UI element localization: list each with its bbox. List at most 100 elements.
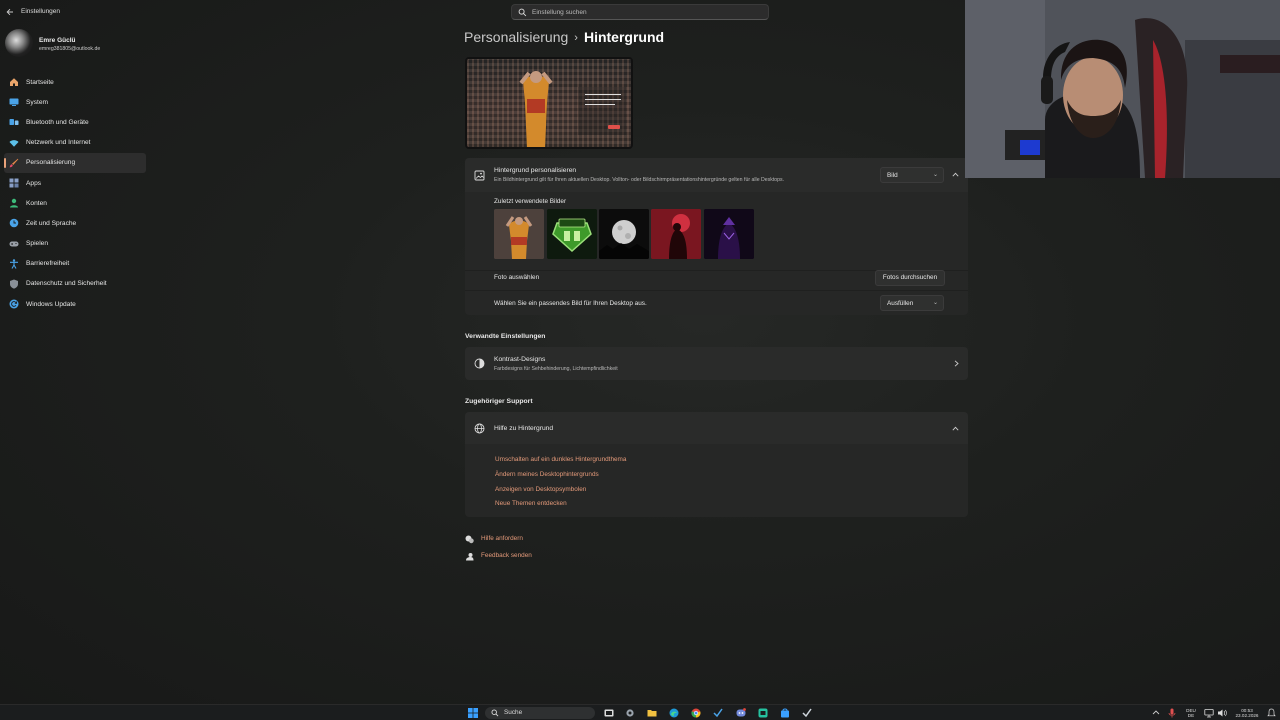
sidebar-item-startseite[interactable]: Startseite — [4, 72, 146, 92]
chrome-icon[interactable] — [691, 708, 701, 718]
contrast-designs-row[interactable]: Kontrast-Designs Farbdesigns für Sehbehi… — [465, 347, 968, 380]
sidebar-item-label: Datenschutz und Sicherheit — [26, 280, 107, 288]
dropdown-value: Bild — [887, 172, 898, 179]
desktop-preview — [465, 57, 633, 149]
taskbar-search[interactable]: Suche — [485, 707, 595, 719]
help-link[interactable]: Neue Themen entdecken — [495, 500, 567, 507]
sidebar-item-system[interactable]: System — [4, 92, 146, 112]
sidebar-item-bluetooth[interactable]: Bluetooth und Geräte — [4, 112, 146, 132]
preview-button-mock — [608, 125, 620, 129]
recent-image-thumb[interactable] — [704, 209, 754, 259]
search-placeholder: Einstellung suchen — [532, 9, 587, 16]
discord-icon[interactable] — [736, 708, 746, 718]
clock[interactable]: 00:53 23.02.2026 — [1232, 708, 1262, 718]
red-figure-image — [651, 209, 701, 259]
account-icon — [10, 199, 18, 208]
language-region: DE — [1187, 713, 1195, 718]
messaging-app-icon[interactable] — [758, 708, 768, 718]
help-request-icon — [465, 535, 474, 544]
choose-photo-label: Foto auswählen — [494, 274, 540, 281]
breadcrumb-parent[interactable]: Personalisierung — [464, 29, 568, 45]
file-explorer-icon[interactable] — [647, 708, 657, 718]
chevron-up-icon[interactable] — [952, 172, 959, 177]
feedback-icon — [466, 553, 474, 561]
sidebar-item-label: Barrierefreiheit — [26, 260, 70, 268]
webcam-overlay — [965, 0, 1280, 178]
help-request-link[interactable]: Hilfe anfordern — [481, 535, 523, 542]
background-title: Hintergrund personalisieren — [494, 167, 577, 174]
chevron-right-icon — [954, 360, 959, 367]
tray-overflow-chevron-icon[interactable] — [1152, 708, 1160, 718]
emre-logo-image — [547, 209, 597, 259]
settings-window: Einstellungen Einstellung suchen Emre Gü… — [0, 0, 1280, 704]
profile-email: emreg381805@outlook.de — [39, 46, 101, 52]
back-button[interactable] — [4, 6, 16, 18]
edge-browser-icon[interactable] — [669, 708, 679, 718]
windows-start-icon[interactable] — [468, 708, 478, 718]
background-type-dropdown[interactable]: Bild ⌄ — [880, 167, 944, 183]
sidebar-item-label: Netzwerk und Internet — [26, 139, 91, 147]
back-arrow-icon — [6, 8, 13, 16]
sidebar-item-apps[interactable]: Apps — [4, 173, 146, 193]
support-heading: Zugehöriger Support — [465, 398, 533, 405]
sidebar-item-label: Apps — [26, 179, 42, 187]
globe-icon — [474, 423, 485, 434]
sidebar-item-zeit-sprache[interactable]: Zeit und Sprache — [4, 213, 146, 233]
sidebar-item-windows-update[interactable]: Windows Update — [4, 294, 146, 314]
apps-icon — [9, 178, 19, 188]
sidebar-item-datenschutz[interactable]: Datenschutz und Sicherheit — [4, 274, 146, 294]
recent-image-thumb[interactable] — [494, 209, 544, 259]
moon-image — [599, 209, 649, 259]
page-title: Hintergrund — [583, 29, 665, 45]
accessibility-icon — [10, 259, 18, 269]
help-header-row[interactable]: Hilfe zu Hintergrund — [465, 412, 968, 444]
feedback-link[interactable]: Feedback senden — [481, 552, 532, 559]
system-icon — [9, 98, 19, 107]
sidebar-item-label: Startseite — [26, 78, 54, 86]
sidebar-item-label: Konten — [26, 199, 47, 207]
sidebar-item-barrierefreiheit[interactable]: Barrierefreiheit — [4, 254, 146, 274]
settings-gear-icon[interactable] — [625, 708, 635, 718]
recent-image-thumb[interactable] — [651, 209, 701, 259]
sidebar-item-konten[interactable]: Konten — [4, 193, 146, 213]
football-player-image — [494, 209, 544, 259]
pinned-app-icon[interactable] — [802, 708, 812, 718]
help-link[interactable]: Ändern meines Desktophintergrunds — [495, 471, 599, 478]
search-icon — [491, 709, 499, 717]
shield-icon — [10, 279, 18, 289]
taskbar: Suche DEU DE 00:53 23.02.2026 — [0, 704, 1280, 720]
preview-player-figure — [519, 71, 553, 147]
fit-dropdown[interactable]: Ausfüllen ⌄ — [880, 295, 944, 311]
background-header-row[interactable]: Hintergrund personalisieren Ein Bildhint… — [465, 158, 968, 192]
contrast-title: Kontrast-Designs — [494, 356, 546, 363]
help-link[interactable]: Umschalten auf ein dunkles Hintergrundth… — [495, 456, 626, 463]
fit-label: Wählen Sie ein passendes Bild für Ihren … — [494, 300, 647, 307]
taskbar-search-label: Suche — [504, 709, 523, 716]
recent-image-thumb[interactable] — [599, 209, 649, 259]
help-title: Hilfe zu Hintergrund — [494, 425, 554, 432]
chevron-up-icon[interactable] — [952, 426, 959, 431]
sidebar-item-network[interactable]: Netzwerk und Internet — [4, 133, 146, 153]
settings-search-input[interactable]: Einstellung suchen — [511, 4, 769, 20]
browse-photos-button[interactable]: Fotos durchsuchen — [875, 270, 945, 286]
divider — [465, 290, 968, 291]
pinned-app-icon[interactable] — [713, 708, 723, 718]
volume-icon[interactable] — [1217, 708, 1227, 718]
sidebar-item-spielen[interactable]: Spielen — [4, 234, 146, 254]
help-link[interactable]: Anzeigen von Desktopsymbolen — [495, 486, 586, 493]
network-monitor-icon[interactable] — [1204, 708, 1214, 718]
globe-clock-icon — [9, 219, 19, 228]
keyboard-language-indicator[interactable]: DEU DE — [1182, 708, 1200, 718]
chevron-down-icon: ⌄ — [932, 300, 938, 306]
notification-bell-icon[interactable] — [1267, 708, 1276, 718]
contrast-subtitle: Farbdesigns für Sehbehinderung, Lichtemp… — [494, 366, 618, 372]
task-view-icon[interactable] — [604, 708, 614, 718]
sidebar-item-personalisierung[interactable]: Personalisierung — [4, 152, 146, 173]
home-icon — [10, 78, 18, 87]
wifi-icon — [9, 139, 19, 147]
store-icon[interactable] — [780, 708, 790, 718]
preview-line — [585, 104, 615, 106]
recent-image-thumb[interactable] — [547, 209, 597, 259]
sidebar-item-label: System — [26, 98, 48, 106]
microphone-icon[interactable] — [1168, 708, 1176, 718]
